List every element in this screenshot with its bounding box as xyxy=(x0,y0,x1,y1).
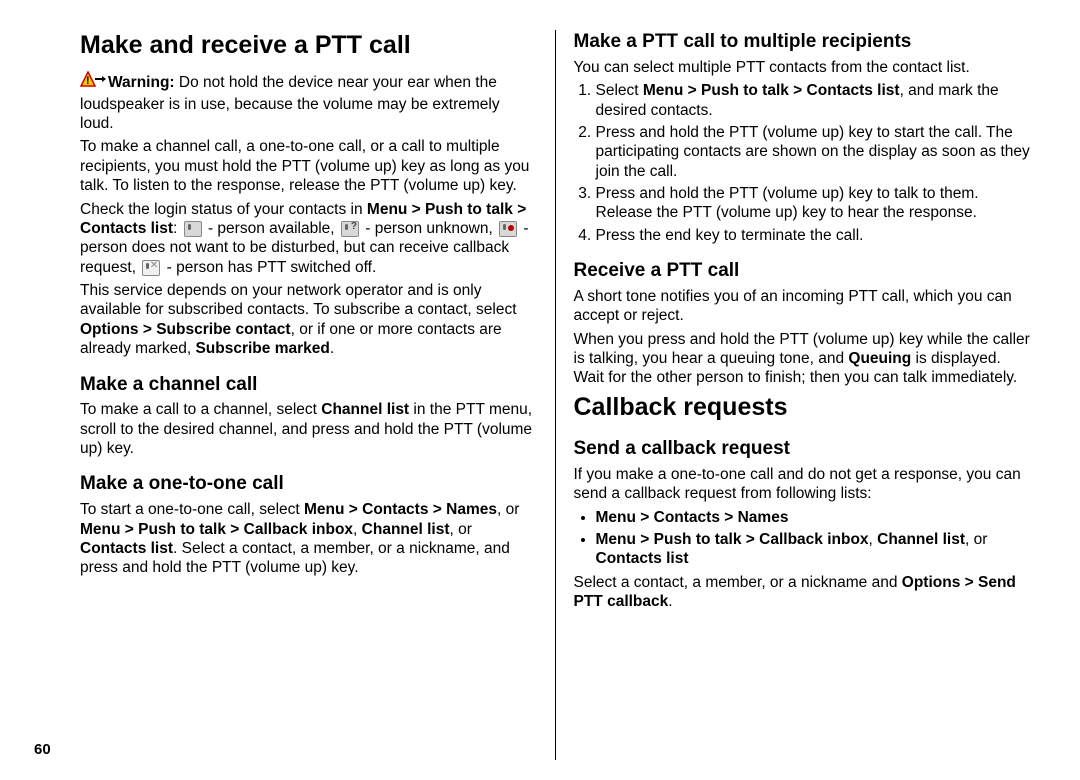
status-dnd-icon xyxy=(499,221,517,237)
text: To make a call to a channel, select xyxy=(80,401,321,418)
text: Select a contact, a member, or a nicknam… xyxy=(574,574,902,591)
para-login-status: Check the login status of your contacts … xyxy=(80,200,537,278)
page-number: 60 xyxy=(34,741,51,758)
list-item: Press and hold the PTT (volume up) key t… xyxy=(596,184,1031,223)
menu-path: Contacts list xyxy=(80,540,173,557)
menu-path: Contacts list xyxy=(596,550,689,567)
para-multiple: You can select multiple PTT contacts fro… xyxy=(574,58,1031,77)
text: , xyxy=(869,531,878,548)
right-column: Make a PTT call to multiple recipients Y… xyxy=(556,30,1041,760)
steps-multiple: Select Menu > Push to talk > Contacts li… xyxy=(574,81,1031,245)
menu-path: Subscribe marked xyxy=(195,340,329,357)
para-receive-1: A short tone notifies you of an incoming… xyxy=(574,287,1031,326)
list-item: Press the end key to terminate the call. xyxy=(596,226,1031,245)
text: This service depends on your network ope… xyxy=(80,282,517,318)
text: : xyxy=(173,220,182,237)
heading-one-to-one: Make a one-to-one call xyxy=(80,472,537,496)
callback-lists: Menu > Contacts > Names Menu > Push to t… xyxy=(574,508,1031,569)
heading-channel-call: Make a channel call xyxy=(80,373,537,397)
para-channel-call: To make a call to a channel, select Chan… xyxy=(80,400,537,458)
heading-multiple: Make a PTT call to multiple recipients xyxy=(574,30,1031,54)
para-one-to-one: To start a one-to-one call, select Menu … xyxy=(80,500,537,578)
status-unknown-icon xyxy=(341,221,359,237)
para-callback-action: Select a contact, a member, or a nicknam… xyxy=(574,573,1031,612)
columns: Make and receive a PTT call ! Warning: D… xyxy=(70,30,1040,760)
heading-callback: Callback requests xyxy=(574,392,1031,423)
text: Select xyxy=(596,82,643,99)
text: , xyxy=(353,521,362,538)
menu-path: Channel list xyxy=(877,531,965,548)
text: To start a one-to-one call, select xyxy=(80,501,304,518)
warning-paragraph: ! Warning: Do not hold the device near y… xyxy=(80,71,537,133)
menu-path: Channel list xyxy=(362,521,450,538)
text: - person has PTT switched off. xyxy=(162,259,376,276)
warning-label: Warning: xyxy=(108,74,175,91)
list-item: Select Menu > Push to talk > Contacts li… xyxy=(596,81,1031,120)
heading-send-callback: Send a callback request xyxy=(574,437,1031,461)
text: , or xyxy=(450,521,472,538)
status-available-icon xyxy=(184,221,202,237)
text: - person unknown, xyxy=(361,220,497,237)
manual-page: 60 Make and receive a PTT call ! Warning… xyxy=(0,0,1080,780)
text: Check the login status of your contacts … xyxy=(80,201,367,218)
list-item: Menu > Contacts > Names xyxy=(596,508,1031,527)
para-subscribe: This service depends on your network ope… xyxy=(80,281,537,359)
menu-path: Menu > Contacts > Names xyxy=(596,509,789,526)
list-item: Press and hold the PTT (volume up) key t… xyxy=(596,123,1031,181)
menu-path: Menu > Push to talk > Contacts list xyxy=(643,82,900,99)
ui-term: Queuing xyxy=(848,350,911,367)
text: , or xyxy=(497,501,519,518)
text: , or xyxy=(965,531,987,548)
para-receive-2: When you press and hold the PTT (volume … xyxy=(574,330,1031,388)
text: . xyxy=(668,593,672,610)
left-column: Make and receive a PTT call ! Warning: D… xyxy=(70,30,556,760)
text: . xyxy=(330,340,334,357)
heading-main: Make and receive a PTT call xyxy=(80,30,537,61)
menu-path: Menu > Contacts > Names xyxy=(304,501,497,518)
menu-path: Options > Subscribe contact xyxy=(80,321,291,338)
para-ptt-key: To make a channel call, a one-to-one cal… xyxy=(80,137,537,195)
heading-receive: Receive a PTT call xyxy=(574,259,1031,283)
menu-path: Channel list xyxy=(321,401,409,418)
status-off-icon xyxy=(142,260,160,276)
svg-text:!: ! xyxy=(86,75,90,87)
menu-path: Menu > Push to talk > Callback inbox xyxy=(596,531,869,548)
menu-path: Menu > Push to talk > Callback inbox xyxy=(80,521,353,538)
text: - person available, xyxy=(204,220,339,237)
warning-icon: ! xyxy=(80,71,106,94)
list-item: Menu > Push to talk > Callback inbox, Ch… xyxy=(596,530,1031,569)
para-send-callback: If you make a one-to-one call and do not… xyxy=(574,465,1031,504)
